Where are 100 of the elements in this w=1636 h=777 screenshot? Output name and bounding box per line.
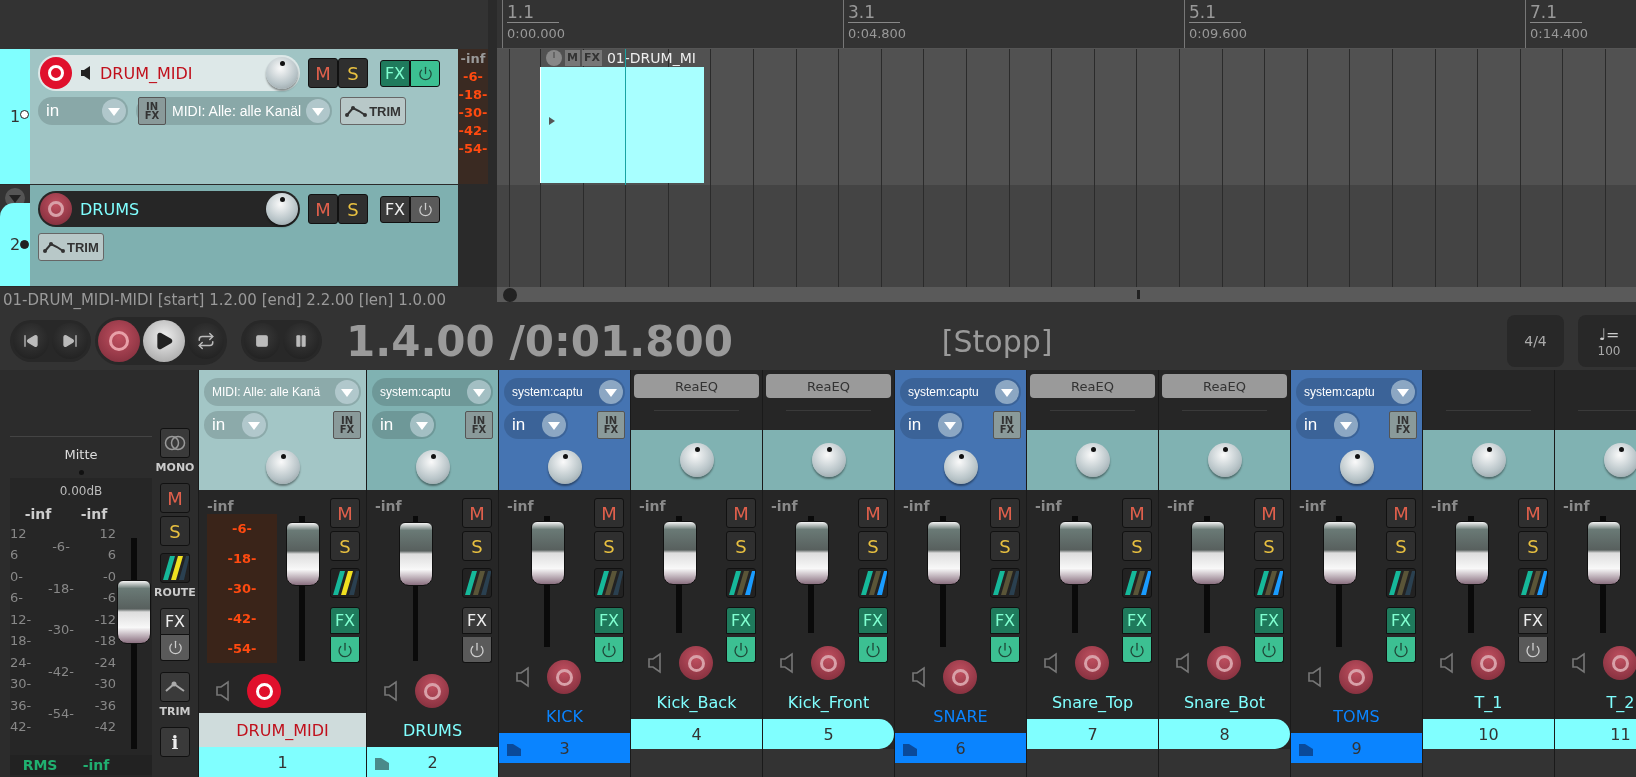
record-arm-button[interactable] bbox=[247, 674, 281, 708]
mute-button[interactable]: M bbox=[594, 498, 624, 528]
track-panel[interactable]: DRUM_MIDI M S FX in IN FX MIDI: Alle: alle Kanäl TRIM bbox=[30, 49, 458, 184]
routing-button[interactable] bbox=[594, 568, 624, 598]
record-arm-button[interactable] bbox=[1075, 646, 1109, 680]
fx-button[interactable]: FX bbox=[1518, 607, 1548, 634]
input-dropdown[interactable]: system:captu bbox=[504, 378, 625, 406]
track-name-area[interactable]: Snare_Bot bbox=[1159, 685, 1290, 719]
routing-button[interactable] bbox=[1254, 568, 1284, 598]
track-number-bar[interactable]: 1 bbox=[199, 747, 366, 777]
record-arm-button[interactable] bbox=[811, 646, 845, 680]
scroll-thumb[interactable] bbox=[1137, 290, 1140, 299]
track-name-area[interactable]: KICK bbox=[499, 699, 630, 733]
fx-bypass-button[interactable] bbox=[858, 637, 888, 663]
track-number-bar[interactable]: 3 bbox=[499, 733, 630, 763]
solo-button[interactable]: S bbox=[338, 58, 368, 88]
speaker-icon[interactable] bbox=[80, 65, 92, 81]
record-arm-button[interactable] bbox=[547, 660, 581, 694]
fx-slot[interactable]: ReaEQ bbox=[634, 374, 759, 398]
mute-button[interactable]: M bbox=[1254, 498, 1284, 528]
solo-button[interactable]: S bbox=[990, 531, 1020, 561]
track-color-bar[interactable]: 1 bbox=[0, 49, 30, 184]
fx-bypass-button[interactable] bbox=[462, 637, 492, 663]
routing-button[interactable] bbox=[330, 568, 360, 598]
record-arm-button[interactable] bbox=[1339, 660, 1373, 694]
fx-button[interactable]: FX bbox=[1122, 607, 1152, 634]
input-mode-dropdown[interactable]: in bbox=[372, 411, 436, 439]
pan-knob[interactable] bbox=[1075, 443, 1110, 477]
fx-bypass-button[interactable] bbox=[330, 637, 360, 663]
mute-button[interactable]: M bbox=[1122, 498, 1152, 528]
pan-knob[interactable] bbox=[1207, 443, 1242, 477]
volume-fader[interactable] bbox=[1586, 520, 1621, 585]
volume-fader[interactable] bbox=[1454, 520, 1489, 585]
solo-button[interactable]: S bbox=[338, 194, 368, 224]
mute-button[interactable]: M bbox=[726, 498, 756, 528]
mute-button[interactable]: M bbox=[462, 498, 492, 528]
input-dropdown[interactable]: system:captu bbox=[372, 378, 493, 406]
input-mode-dropdown[interactable]: in bbox=[504, 411, 568, 439]
input-fx-button[interactable]: IN FX bbox=[333, 411, 361, 439]
record-arm-button[interactable] bbox=[1471, 646, 1505, 680]
input-dropdown[interactable]: IN FX MIDI: Alle: alle Kanäl bbox=[136, 97, 333, 125]
fx-bypass-button[interactable] bbox=[594, 637, 624, 663]
track-color-bar[interactable]: 2 bbox=[0, 203, 30, 286]
track-name-area[interactable]: Snare_Top bbox=[1027, 685, 1158, 719]
fx-bypass-button[interactable] bbox=[1518, 637, 1548, 663]
volume-fader[interactable] bbox=[117, 580, 151, 645]
fx-bypass-button[interactable] bbox=[410, 59, 440, 87]
play-button[interactable] bbox=[143, 320, 185, 362]
fx-bypass-button[interactable] bbox=[410, 195, 440, 223]
solo-button[interactable]: S bbox=[594, 531, 624, 561]
input-mode-dropdown[interactable]: in bbox=[1296, 411, 1360, 439]
track-number-bar[interactable]: 7 bbox=[1027, 719, 1158, 749]
fx-button[interactable]: FX bbox=[1386, 607, 1416, 634]
pan-knob[interactable] bbox=[1339, 450, 1374, 484]
routing-button[interactable] bbox=[1386, 568, 1416, 598]
track-name-area[interactable]: DRUMS bbox=[367, 713, 498, 747]
solo-button[interactable]: S bbox=[462, 531, 492, 561]
fx-button[interactable]: FX bbox=[594, 607, 624, 634]
fx-bypass-button[interactable] bbox=[1122, 637, 1152, 663]
routing-button[interactable] bbox=[726, 568, 756, 598]
pan-knob[interactable] bbox=[679, 443, 714, 477]
routing-button[interactable] bbox=[1518, 568, 1548, 598]
mute-button[interactable]: M bbox=[858, 498, 888, 528]
routing-button[interactable] bbox=[1122, 568, 1152, 598]
pan-knob[interactable] bbox=[547, 450, 582, 484]
input-fx-button[interactable]: IN FX bbox=[993, 411, 1021, 439]
volume-fader[interactable] bbox=[1190, 520, 1225, 585]
pan-knob[interactable] bbox=[1603, 443, 1636, 477]
horizontal-scrollbar[interactable] bbox=[497, 287, 1636, 302]
fx-button[interactable]: FX bbox=[726, 607, 756, 634]
track-number-bar[interactable]: 4 bbox=[631, 719, 762, 749]
volume-fader[interactable] bbox=[794, 520, 829, 585]
trim-button[interactable] bbox=[160, 672, 190, 702]
track-number-bar[interactable]: 5 bbox=[763, 719, 894, 749]
solo-button[interactable]: S bbox=[1518, 531, 1548, 561]
mute-button[interactable]: M bbox=[308, 58, 338, 88]
fx-bypass-button[interactable] bbox=[160, 635, 190, 661]
fx-button[interactable]: FX bbox=[380, 195, 410, 223]
mute-button[interactable]: M bbox=[1518, 498, 1548, 528]
pan-knob[interactable] bbox=[943, 450, 978, 484]
track-number-bar[interactable]: 8 bbox=[1159, 719, 1290, 749]
fx-button[interactable]: FX bbox=[330, 607, 360, 634]
input-fx-button[interactable]: IN FX bbox=[138, 97, 166, 125]
input-dropdown[interactable]: system:captu bbox=[900, 378, 1021, 406]
trim-button[interactable]: TRIM bbox=[38, 233, 104, 261]
record-arm-button[interactable] bbox=[1207, 646, 1241, 680]
fx-bypass-button[interactable] bbox=[726, 637, 756, 663]
volume-knob[interactable] bbox=[266, 193, 298, 225]
record-arm-button[interactable] bbox=[415, 674, 449, 708]
track-name-area[interactable]: T_1 bbox=[1423, 685, 1554, 719]
fx-button[interactable]: FX bbox=[990, 607, 1020, 634]
routing-button[interactable] bbox=[462, 568, 492, 598]
input-fx-button[interactable]: IN FX bbox=[465, 411, 493, 439]
track-name-field[interactable]: DRUMS bbox=[38, 191, 300, 227]
track-number-bar[interactable]: 6 bbox=[895, 733, 1026, 763]
track-name-field[interactable]: DRUM_MIDI bbox=[38, 55, 300, 91]
pan-knob[interactable] bbox=[1471, 443, 1506, 477]
input-fx-button[interactable]: IN FX bbox=[597, 411, 625, 439]
selected-track-name[interactable]: DRUM_MIDI bbox=[199, 713, 366, 747]
input-mode-dropdown[interactable]: in bbox=[900, 411, 964, 439]
